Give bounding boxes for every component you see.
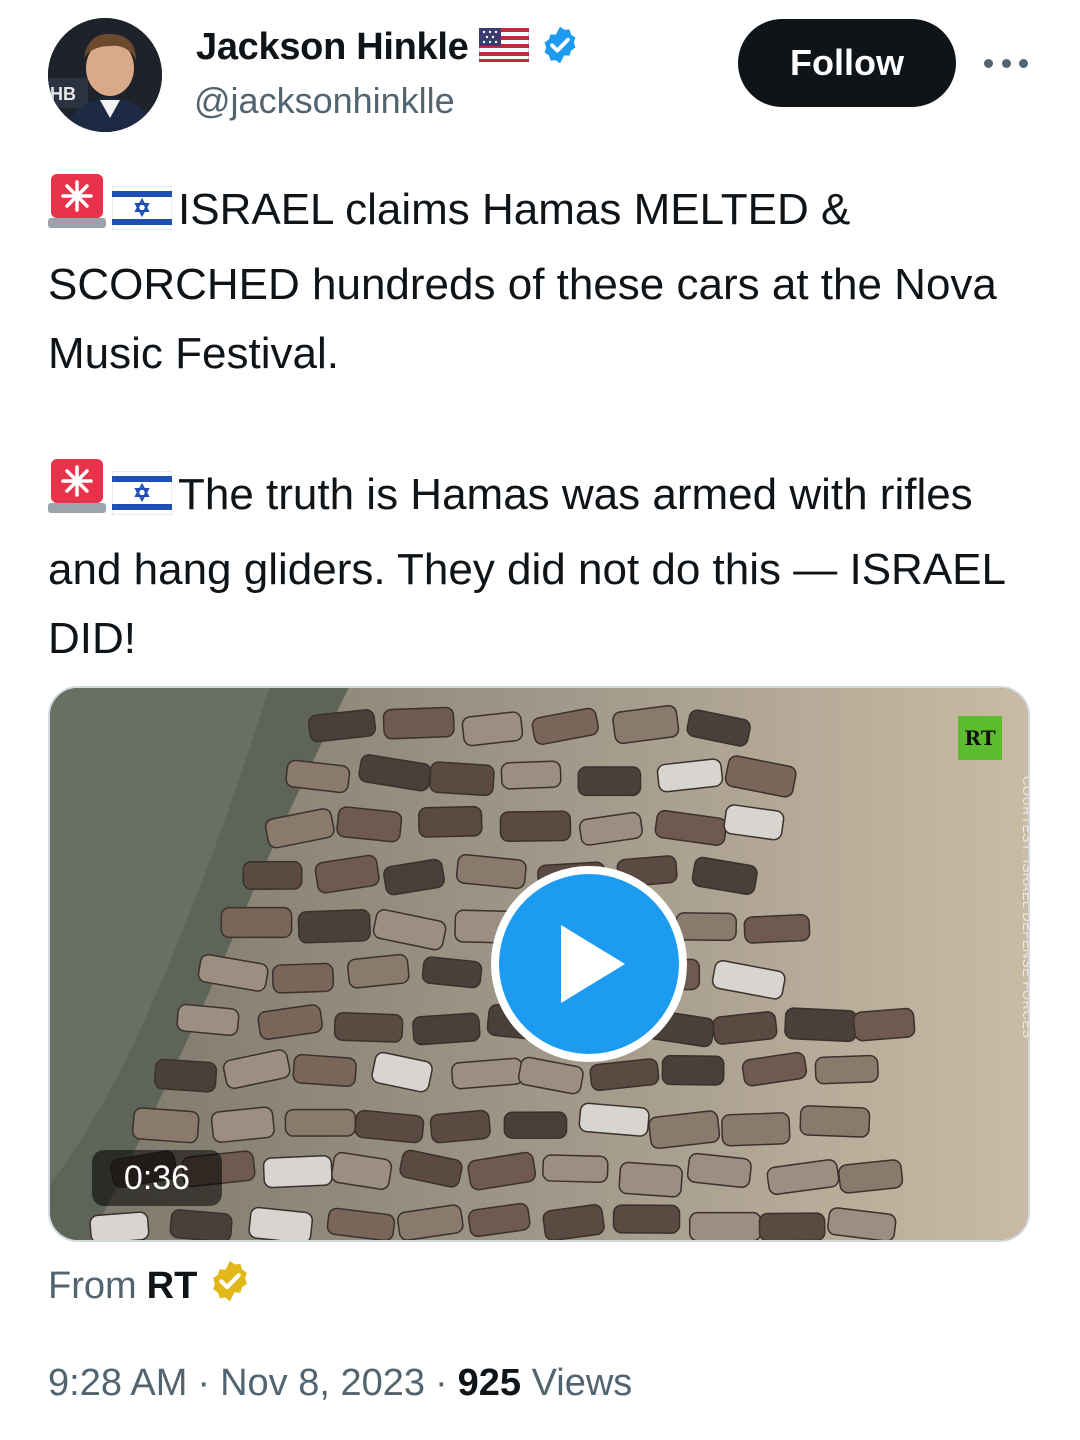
tweet-time[interactable]: 9:28 AM bbox=[48, 1362, 187, 1405]
us-flag-icon bbox=[478, 27, 529, 67]
blue-verified-badge-icon[interactable] bbox=[539, 24, 581, 71]
source-name[interactable]: RT bbox=[147, 1265, 198, 1308]
author-avatar[interactable]: HB bbox=[48, 18, 162, 132]
burnt-car-shape bbox=[784, 1007, 858, 1043]
author-handle[interactable]: @jacksonhinklle bbox=[194, 80, 455, 122]
burnt-car-shape bbox=[618, 1161, 683, 1198]
burnt-car-shape bbox=[176, 1003, 240, 1037]
burnt-car-shape bbox=[577, 766, 642, 797]
burnt-car-shape bbox=[455, 853, 527, 890]
author-name-row: Jackson Hinkle bbox=[196, 24, 581, 71]
more-options-icon[interactable] bbox=[984, 48, 1028, 78]
tweet-paragraph-2: The truth is Hamas was armed with rifles… bbox=[48, 457, 1038, 673]
gold-verified-badge-icon bbox=[207, 1258, 253, 1314]
tweet-date[interactable]: Nov 8, 2023 bbox=[220, 1362, 425, 1405]
burnt-car-shape bbox=[429, 761, 495, 797]
media-source[interactable]: From RT bbox=[48, 1258, 253, 1314]
burnt-car-shape bbox=[721, 1112, 791, 1147]
burnt-car-shape bbox=[838, 1159, 904, 1194]
burnt-car-shape bbox=[284, 1108, 357, 1137]
burnt-car-shape bbox=[500, 760, 562, 790]
burnt-car-shape bbox=[382, 706, 455, 740]
israel-flag-icon bbox=[111, 181, 173, 250]
play-icon[interactable] bbox=[491, 866, 687, 1062]
burnt-car-shape bbox=[89, 1211, 150, 1240]
burnt-car-shape bbox=[412, 1012, 481, 1046]
israel-flag-icon bbox=[111, 466, 173, 535]
burnt-car-shape bbox=[271, 962, 335, 994]
meta-separator: · bbox=[197, 1362, 211, 1404]
burnt-car-shape bbox=[132, 1107, 200, 1144]
burnt-car-shape bbox=[461, 711, 524, 747]
burnt-car-shape bbox=[743, 913, 811, 944]
burnt-car-shape bbox=[154, 1058, 218, 1093]
courtesy-caption: COURTESY: ISRAEL DEFENSE FORCES bbox=[1020, 776, 1030, 1039]
burnt-car-shape bbox=[612, 1204, 681, 1234]
burnt-car-shape bbox=[354, 1109, 425, 1144]
burnt-car-shape bbox=[297, 909, 371, 944]
burnt-car-shape bbox=[451, 1057, 524, 1090]
svg-text:HB: HB bbox=[50, 84, 76, 104]
police-light-icon bbox=[48, 172, 106, 250]
burnt-car-shape bbox=[220, 906, 293, 939]
burnt-car-shape bbox=[799, 1105, 871, 1138]
tweet-text: ISRAEL claims Hamas MELTED & SCORCHED hu… bbox=[48, 172, 1038, 673]
burnt-car-shape bbox=[336, 806, 403, 843]
burnt-car-shape bbox=[675, 912, 737, 942]
burnt-car-shape bbox=[169, 1209, 233, 1240]
meta-separator: · bbox=[435, 1362, 448, 1404]
author-name[interactable]: Jackson Hinkle bbox=[196, 26, 469, 69]
burnt-car-shape bbox=[292, 1053, 357, 1088]
rt-watermark-logo: RT bbox=[958, 716, 1002, 760]
burnt-car-shape bbox=[578, 1102, 650, 1137]
burnt-car-shape bbox=[712, 1011, 778, 1045]
source-prefix: From bbox=[48, 1264, 137, 1307]
burnt-car-shape bbox=[248, 1206, 314, 1240]
video-player[interactable]: RT COURTESY: ISRAEL DEFENSE FORCES 0:36 bbox=[48, 686, 1030, 1242]
tweet-paragraph-2-text: The truth is Hamas was armed with rifles… bbox=[48, 470, 1005, 663]
burnt-car-shape bbox=[499, 810, 572, 843]
burnt-car-shape bbox=[758, 1212, 826, 1240]
burnt-car-shape bbox=[347, 953, 410, 989]
burnt-car-shape bbox=[242, 860, 303, 891]
tweet-paragraph-1: ISRAEL claims Hamas MELTED & SCORCHED hu… bbox=[48, 172, 1038, 388]
tweet-meta: 9:28 AM · Nov 8, 2023 · 925 Views bbox=[48, 1362, 632, 1405]
burnt-car-shape bbox=[333, 1012, 404, 1043]
burnt-car-shape bbox=[661, 1054, 725, 1086]
follow-button[interactable]: Follow bbox=[738, 19, 956, 107]
burnt-car-shape bbox=[503, 1111, 568, 1139]
burnt-car-shape bbox=[686, 1152, 752, 1189]
burnt-car-shape bbox=[853, 1007, 916, 1042]
burnt-car-shape bbox=[688, 1211, 762, 1240]
burnt-car-shape bbox=[262, 1154, 333, 1189]
police-light-icon bbox=[48, 457, 106, 535]
burnt-car-shape bbox=[648, 1110, 721, 1150]
views-count[interactable]: 925 Views bbox=[458, 1362, 633, 1405]
video-duration: 0:36 bbox=[92, 1150, 222, 1206]
burnt-car-shape bbox=[429, 1109, 491, 1144]
burnt-car-shape bbox=[210, 1106, 275, 1143]
burnt-car-shape bbox=[421, 956, 483, 989]
burnt-car-shape bbox=[814, 1054, 879, 1085]
tweet-paragraph-1-text: ISRAEL claims Hamas MELTED & SCORCHED hu… bbox=[48, 185, 997, 378]
burnt-car-shape bbox=[417, 805, 483, 838]
avatar-image: HB bbox=[48, 18, 162, 132]
burnt-car-shape bbox=[542, 1154, 609, 1183]
